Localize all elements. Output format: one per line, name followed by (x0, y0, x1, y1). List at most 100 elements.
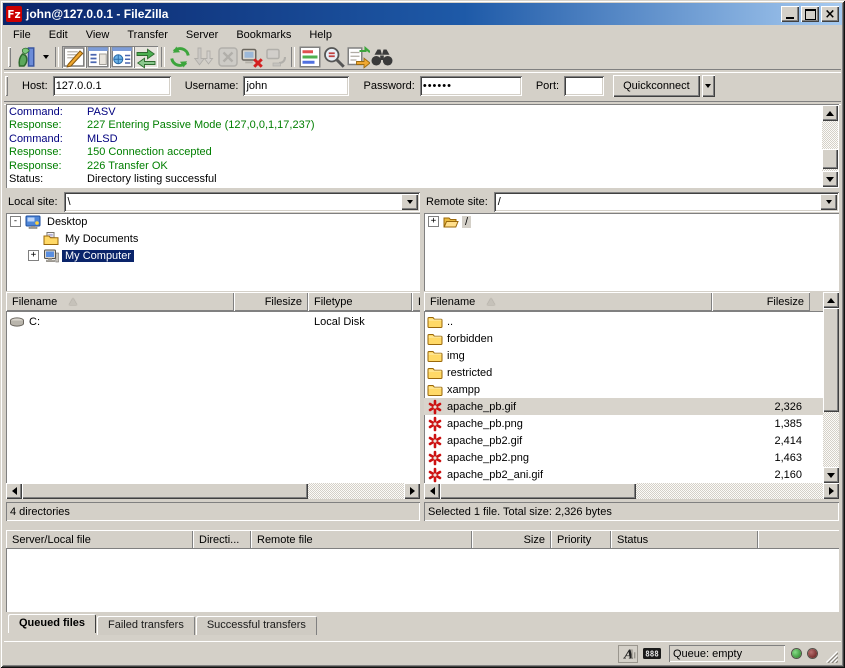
row-filler (810, 330, 823, 347)
directory-filter-icon[interactable] (298, 46, 322, 68)
host-input[interactable] (53, 76, 171, 96)
menu-edit[interactable]: Edit (40, 27, 77, 43)
local-list-hscrollbar[interactable] (6, 483, 420, 499)
port-input[interactable] (564, 76, 604, 96)
column-header-size[interactable]: Size (472, 530, 551, 548)
menu-server[interactable]: Server (177, 27, 227, 43)
site-manager-icon[interactable] (15, 46, 39, 68)
file-row[interactable]: apache_pb.png1,385 (424, 415, 823, 432)
site-manager-dropdown[interactable] (39, 46, 52, 68)
collapse-icon[interactable]: - (10, 216, 21, 227)
remote-list-vscrollbar[interactable] (823, 292, 839, 483)
file-row[interactable]: forbidden (424, 330, 823, 347)
filename-cell: img (424, 347, 712, 364)
column-header-status[interactable]: Status (611, 530, 758, 548)
expand-icon[interactable]: + (428, 216, 439, 227)
column-header-directi-[interactable]: Directi... (193, 530, 251, 548)
file-row[interactable]: apache_pb2.gif2,414 (424, 432, 823, 449)
close-button[interactable]: × (821, 6, 839, 22)
column-header-remote-file[interactable]: Remote file (251, 530, 472, 548)
file-row[interactable]: xampp (424, 381, 823, 398)
quickconnect-dropdown[interactable] (702, 75, 715, 97)
tree-item-my-computer[interactable]: + My Computer (6, 247, 420, 264)
column-header-label: Filesize (265, 296, 302, 308)
quickconnect-gripper[interactable] (5, 76, 8, 96)
find-files-icon[interactable] (370, 46, 394, 68)
speed-limit-indicator-icon[interactable]: 888 (643, 648, 661, 659)
disconnect-icon[interactable] (240, 46, 264, 68)
file-row[interactable]: apache_pb2.png1,463 (424, 449, 823, 466)
refresh-icon[interactable] (168, 46, 192, 68)
menu-help[interactable]: Help (300, 27, 341, 43)
toggle-remote-tree-icon[interactable] (110, 46, 134, 68)
cancel-operation-icon[interactable] (216, 46, 240, 68)
process-queue-icon[interactable] (192, 46, 216, 68)
log-line: Response:150 Connection accepted (9, 146, 820, 159)
directory-comparison-icon[interactable] (322, 46, 346, 68)
local-site-combobox[interactable]: \ (64, 192, 420, 212)
minimize-button[interactable] (781, 6, 799, 22)
column-header-filesize[interactable]: Filesize (712, 292, 810, 311)
username-input[interactable] (243, 76, 349, 96)
toggle-local-tree-icon[interactable] (86, 46, 110, 68)
column-header-filetype[interactable]: Filetype (308, 292, 412, 311)
column-header-filename[interactable]: Filename (6, 292, 234, 311)
menu-view[interactable]: View (77, 27, 119, 43)
reconnect-icon[interactable] (264, 46, 288, 68)
quickconnect-button[interactable]: Quickconnect (613, 75, 700, 97)
scroll-down-button[interactable] (822, 171, 838, 187)
tab-queued-files[interactable]: Queued files (8, 614, 96, 633)
toggle-message-log-icon[interactable] (62, 46, 86, 68)
file-row[interactable]: .. (424, 313, 823, 330)
column-header-server-local-file[interactable]: Server/Local file (6, 530, 193, 548)
menu-bookmarks[interactable]: Bookmarks (227, 27, 300, 43)
resize-grip[interactable] (825, 650, 838, 663)
tab-successful-transfers[interactable]: Successful transfers (196, 616, 317, 635)
scroll-thumb[interactable] (823, 308, 839, 412)
file-row[interactable]: C:Local Disk (6, 313, 420, 330)
file-row[interactable]: restricted (424, 364, 823, 381)
expand-icon[interactable]: + (28, 250, 39, 261)
tab-failed-transfers[interactable]: Failed transfers (97, 616, 195, 635)
menu-transfer[interactable]: Transfer (118, 27, 177, 43)
file-row[interactable]: apache_pb2_ani.gif2,160 (424, 466, 823, 483)
file-row[interactable]: apache_pb.gif2,326 (424, 398, 823, 415)
titlebar[interactable]: Fz john@127.0.0.1 - FileZilla × (3, 3, 842, 25)
tree-item-label: My Computer (62, 250, 134, 262)
scroll-left-button[interactable] (6, 483, 22, 499)
scroll-up-button[interactable] (823, 292, 839, 308)
column-header-priority[interactable]: Priority (551, 530, 611, 548)
column-header-label: Remote file (257, 534, 313, 546)
scroll-thumb[interactable] (22, 483, 308, 499)
column-header-last-modified[interactable]: Last modified (412, 292, 420, 311)
scroll-right-button[interactable] (404, 483, 420, 499)
log-scrollbar[interactable] (822, 105, 838, 187)
menu-file[interactable]: File (4, 27, 40, 43)
scroll-thumb[interactable] (822, 149, 838, 169)
toggle-queue-icon[interactable] (134, 46, 158, 68)
tree-item--[interactable]: +/ (424, 213, 839, 230)
tree-item-my-documents[interactable]: My Documents (6, 230, 420, 247)
column-header-filename[interactable]: Filename (424, 292, 712, 311)
chevron-down-icon[interactable] (401, 194, 418, 210)
row-filler (810, 432, 823, 449)
chevron-down-icon[interactable] (820, 194, 837, 210)
toolbar-gripper[interactable] (8, 47, 11, 67)
remote-list-hscrollbar[interactable] (424, 483, 839, 499)
scroll-down-button[interactable] (823, 467, 839, 483)
log-line-label: Response: (9, 119, 87, 132)
column-header-filesize[interactable]: Filesize (234, 292, 308, 311)
file-row[interactable]: img (424, 347, 823, 364)
maximize-button[interactable] (801, 6, 819, 22)
transfer-queue-list[interactable] (6, 548, 839, 612)
synchronized-browsing-icon[interactable] (346, 46, 370, 68)
scroll-right-button[interactable] (823, 483, 839, 499)
scroll-thumb[interactable] (440, 483, 636, 499)
password-input[interactable] (420, 76, 522, 96)
tree-item-desktop[interactable]: -Desktop (6, 213, 420, 230)
remote-site-combobox[interactable]: / (494, 192, 839, 212)
column-header-spacer[interactable] (758, 530, 839, 548)
scroll-up-button[interactable] (822, 105, 838, 121)
transfer-type-indicator-icon[interactable]: A (618, 645, 638, 663)
scroll-left-button[interactable] (424, 483, 440, 499)
